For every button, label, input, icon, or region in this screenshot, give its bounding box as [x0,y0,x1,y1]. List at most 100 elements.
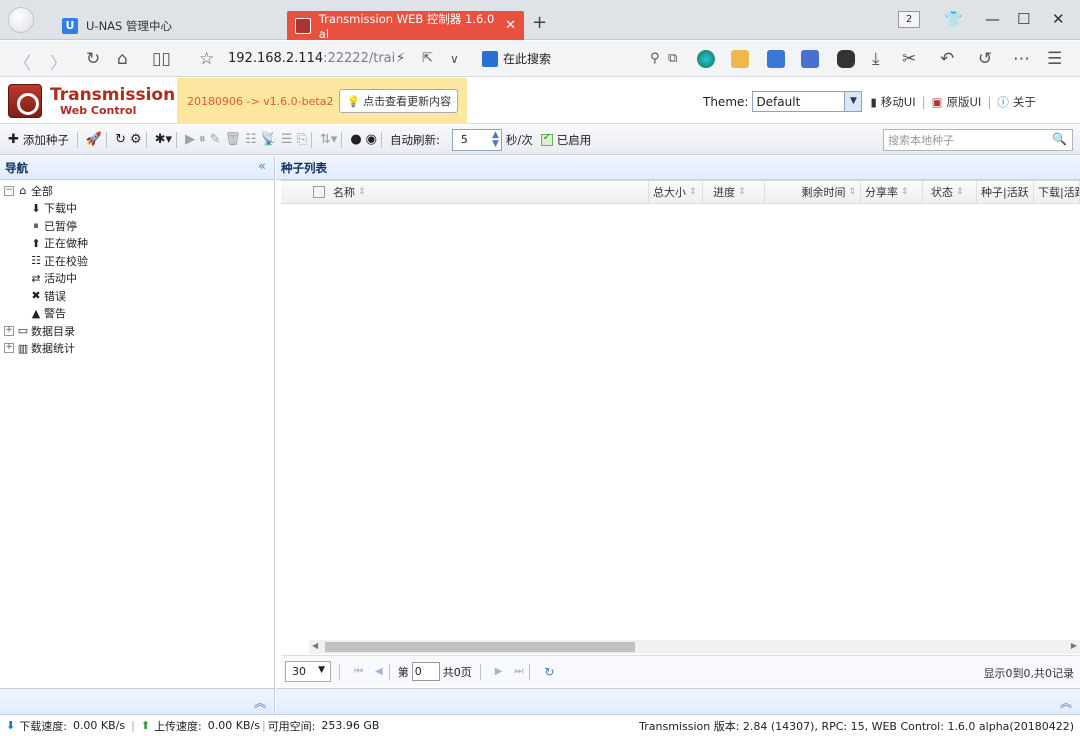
plugin-menu-icon[interactable]: ✱▾ [155,132,172,147]
next-page-icon[interactable]: ▶ [495,666,503,677]
name-column-header[interactable]: 名称 ⇕ [309,181,649,203]
more-icon[interactable]: ⋯ [1013,49,1030,69]
nav-item-error[interactable]: ✖ 错误 [0,287,274,305]
last-page-icon[interactable]: ⏭ [514,666,523,677]
local-torrent-search-input[interactable]: 搜索本地种子 🔍 [883,129,1073,151]
copy-path-icon[interactable]: ⎘ [297,132,307,147]
seeds-column-header[interactable]: 种子|活跃 [977,181,1034,203]
cut-icon[interactable]: ✂ [902,49,916,69]
theme-select[interactable]: Default ▼ [752,91,863,112]
rename-icon[interactable]: ✎ [210,132,221,147]
verify-icon[interactable]: ☷ [245,132,257,147]
refresh-interval-spinner[interactable]: 5 ▲ ▼ [451,128,502,151]
download-icon[interactable]: ⤓ [872,49,880,69]
expand-up-icon[interactable]: ︽ [254,694,266,711]
properties-icon[interactable]: ☰ [281,132,293,147]
page-number-input[interactable]: 0 [411,662,440,681]
browser-logo-icon[interactable] [8,7,34,33]
first-page-icon[interactable]: ⏮ [354,666,363,677]
refresh-icon[interactable]: ↻ [115,132,126,147]
settings-gear-icon[interactable]: ⚙ [130,132,142,147]
add-torrent-button[interactable]: ✚ 添加种子 [8,132,69,148]
queue-menu-icon[interactable]: ⇅▾ [320,132,337,147]
browser-tab-unas[interactable]: U U-NAS 管理中心 [54,11,284,40]
extension-shopping-icon[interactable] [801,50,819,68]
delete-icon[interactable]: 🗑 [224,132,241,147]
search-box[interactable]: 在此搜索 [482,50,551,67]
nav-detail-expander[interactable]: ︽ [0,688,275,714]
nav-item-active[interactable]: ⇄ 活动中 [0,270,274,288]
auto-refresh-toggle[interactable]: 已启用 [540,132,591,148]
maximize-button[interactable]: ☐ [1017,10,1030,28]
extension-new-icon[interactable] [767,50,785,68]
start-icon[interactable]: ▶ [185,132,195,147]
share-icon[interactable]: ⇱ [422,51,433,66]
forward-icon[interactable]: 〉 [50,49,67,74]
view-update-button[interactable]: 💡 点击查看更新内容 [339,89,459,113]
extension-mask-icon[interactable] [837,50,855,68]
status-column-header[interactable]: 状态 ⇕ [923,181,977,203]
mobile-ui-link[interactable]: ▮ 移动UI [870,94,915,110]
lightning-icon[interactable]: ⚡ [396,51,405,66]
screenshot-icon[interactable]: ⧉ [668,51,677,66]
eta-column-header[interactable]: 剩余时间 ⇕ [765,181,861,203]
tab-count-badge[interactable]: 2 [898,11,920,28]
home-icon[interactable]: ⌂ [117,49,128,69]
pause-all-circle-icon[interactable]: ◉ [366,132,377,147]
torrent-detail-expander[interactable]: ︽ [276,688,1080,714]
select-all-checkbox[interactable] [313,186,325,198]
minimize-button[interactable]: — [985,10,1000,28]
horizontal-scrollbar[interactable]: ◀ ▶ [309,640,1080,654]
nav-item-all[interactable]: − ⌂ 全部 [0,182,274,200]
undo-icon[interactable]: ↶ [940,49,954,69]
scroll-right-icon[interactable]: ▶ [1071,641,1077,650]
nav-item-statistics[interactable]: + ▥ 数据统计 [0,340,274,358]
nav-item-warning[interactable]: ▲ 警告 [0,305,274,323]
url-field[interactable]: 192.168.2.114:22222/trai [228,51,395,66]
search-icon[interactable]: 🔍 [1052,132,1067,146]
progress-column-header[interactable]: 进度 ⇕ [703,181,765,203]
page-size-select[interactable]: 30 ▼ [285,661,331,682]
ratio-column-header[interactable]: 分享率 ⇕ [861,181,923,203]
expand-up-icon[interactable]: ︽ [1060,694,1072,711]
collapse-left-icon[interactable]: « [258,159,266,174]
scrollbar-thumb[interactable] [325,642,635,652]
peers-column-header[interactable]: 下载|活跃 [1034,181,1080,203]
start-all-circle-icon[interactable]: ● [350,132,361,147]
extension-notes-icon[interactable] [731,50,749,68]
nav-item-folders[interactable]: + ▭ 数据目录 [0,322,274,340]
nav-item-checking[interactable]: ☷ 正在校验 [0,252,274,270]
browser-tab-transmission[interactable]: Transmission WEB 控制器 1.6.0 al ✕ [287,11,524,41]
back-icon[interactable]: 〈 [14,49,31,74]
reader-icon[interactable]: ▯▯ [152,49,171,69]
original-ui-link[interactable]: ▣ 原版UI [932,94,982,110]
nav-item-paused[interactable]: ⏸ 已暂停 [0,217,274,235]
expand-toggle-icon[interactable]: + [4,325,14,336]
menu-icon[interactable]: ☰ [1047,49,1062,69]
search-engine-icon[interactable] [482,50,498,67]
announce-icon[interactable]: 📡 [261,132,277,147]
favorite-star-icon[interactable]: ☆ [199,49,214,69]
extension-edge-icon[interactable] [697,50,715,68]
nav-item-downloading[interactable]: ⬇ 下载中 [0,200,274,218]
about-link[interactable]: ⓘ 关于 [997,94,1036,110]
start-all-icon[interactable]: 🚀 [86,132,102,147]
collapse-toggle-icon[interactable]: − [4,185,14,196]
enabled-checkbox[interactable] [540,132,553,146]
pause-icon[interactable]: ⏸ [199,132,206,147]
scroll-left-icon[interactable]: ◀ [312,641,318,650]
dropdown-chevron-icon[interactable]: ∨ [450,52,459,66]
skin-icon[interactable]: 👕 [944,10,963,28]
search-icon[interactable]: ⚲ [650,51,660,66]
reload-icon[interactable]: ↻ [86,49,100,69]
history-icon[interactable]: ↺ [978,49,992,69]
expand-toggle-icon[interactable]: + [4,343,14,354]
new-tab-button[interactable]: + [532,12,547,33]
size-column-header[interactable]: 总大小 ⇕ [649,181,703,203]
reload-list-icon[interactable]: ↻ [544,665,554,679]
spinner-arrows-icon[interactable]: ▲ ▼ [492,130,499,149]
close-window-button[interactable]: ✕ [1052,10,1065,28]
prev-page-icon[interactable]: ◀ [375,666,383,677]
close-tab-icon[interactable]: ✕ [505,18,516,33]
nav-item-seeding[interactable]: ⬆ 正在做种 [0,235,274,253]
